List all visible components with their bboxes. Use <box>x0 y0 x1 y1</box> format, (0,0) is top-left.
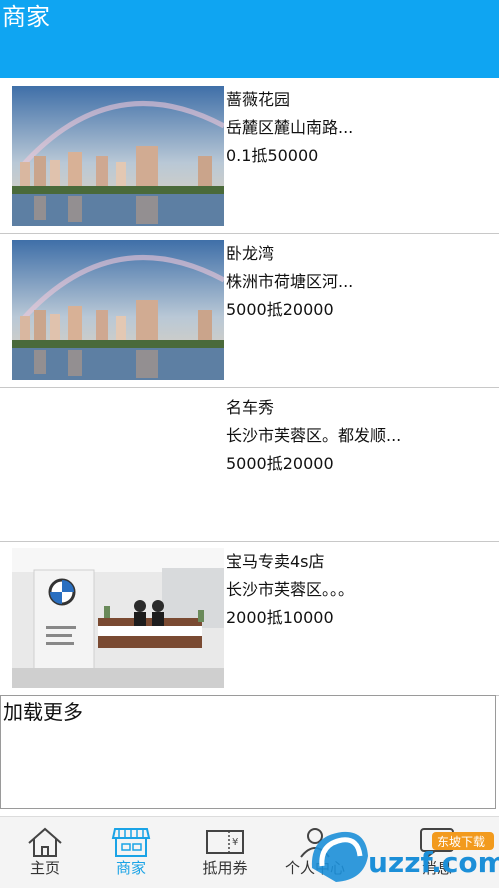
app-header: 商家 <box>0 0 499 78</box>
merchant-offer: 5000抵20000 <box>226 454 334 473</box>
merchant-name: 宝马专卖4s店 <box>226 552 325 571</box>
merchant-name: 名车秀 <box>226 398 275 417</box>
merchant-offer: 0.1抵50000 <box>226 146 319 165</box>
svg-text:¥: ¥ <box>232 837 238 848</box>
merchant-info: 蔷薇花园 岳麓区麓山南路... 0.1抵50000 <box>226 86 496 170</box>
site-watermark-logo: uzzf.com 东坡下载 <box>311 831 499 882</box>
svg-text:uzzf.com: uzzf.com <box>368 846 499 879</box>
merchant-address: 岳麓区麓山南路... <box>226 118 354 137</box>
tab-voucher[interactable]: ¥ 抵用券 <box>180 817 270 888</box>
store-icon <box>111 828 151 857</box>
home-icon <box>28 827 62 857</box>
merchant-list: 蔷薇花园 岳麓区麓山南路... 0.1抵50000 卧龙湾 株洲市荷塘区河...… <box>0 80 499 696</box>
merchant-offer: 5000抵20000 <box>226 300 334 319</box>
merchant-info: 宝马专卖4s店 长沙市芙蓉区。。。 2000抵10000 <box>226 548 496 632</box>
merchant-name: 卧龙湾 <box>226 244 275 263</box>
tab-label: 商家 <box>115 859 146 877</box>
page-title: 商家 <box>2 3 50 31</box>
merchant-name: 蔷薇花园 <box>226 90 291 109</box>
voucher-icon: ¥ <box>206 830 244 854</box>
merchant-photo <box>12 86 224 226</box>
load-more-button[interactable]: 加载更多 <box>0 695 496 809</box>
load-more-label: 加载更多 <box>3 700 83 724</box>
merchant-info: 名车秀 长沙市芙蓉区。都发顺... 5000抵20000 <box>226 394 496 478</box>
merchant-info: 卧龙湾 株洲市荷塘区河... 5000抵20000 <box>226 240 496 324</box>
list-item[interactable]: 名车秀 长沙市芙蓉区。都发顺... 5000抵20000 <box>0 388 499 542</box>
tab-label: 主页 <box>29 859 60 877</box>
list-item[interactable]: 蔷薇花园 岳麓区麓山南路... 0.1抵50000 <box>0 80 499 234</box>
merchant-photo-empty <box>12 394 224 534</box>
tab-home[interactable]: 主页 <box>0 817 90 888</box>
merchant-address: 长沙市芙蓉区。。。 <box>226 580 355 599</box>
merchant-offer: 2000抵10000 <box>226 608 334 627</box>
merchant-photo <box>12 240 224 380</box>
merchant-photo <box>12 548 224 688</box>
tab-label: 抵用券 <box>202 859 248 877</box>
list-item[interactable]: 卧龙湾 株洲市荷塘区河... 5000抵20000 <box>0 234 499 388</box>
svg-text:东坡下载: 东坡下载 <box>437 835 485 849</box>
list-item[interactable]: 宝马专卖4s店 长沙市芙蓉区。。。 2000抵10000 <box>0 542 499 696</box>
merchant-address: 长沙市芙蓉区。都发顺... <box>226 426 402 445</box>
tab-store[interactable]: 商家 <box>86 817 176 888</box>
merchant-address: 株洲市荷塘区河... <box>226 272 354 291</box>
